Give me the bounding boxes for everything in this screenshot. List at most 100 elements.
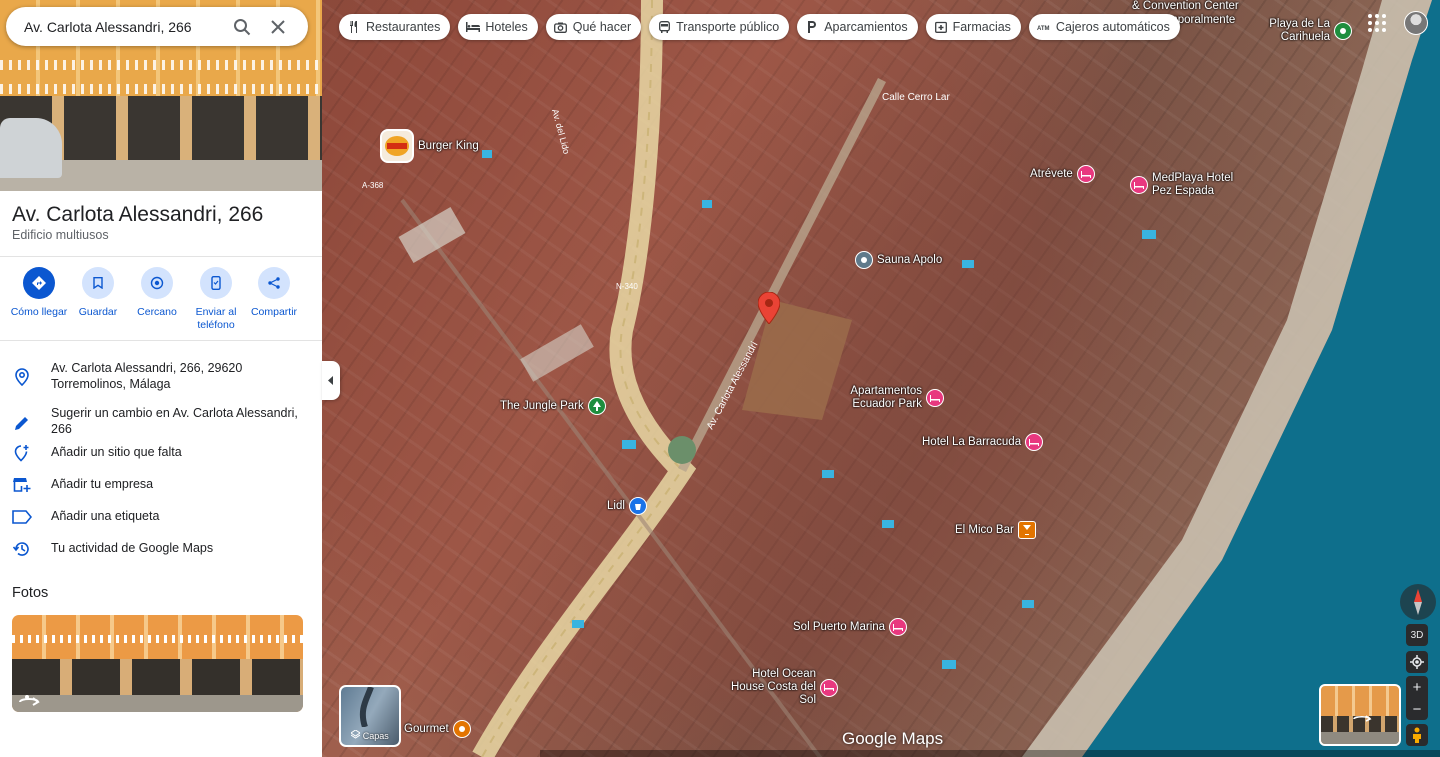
suggest-edit-text: Sugerir un cambio en Av. Carlota Alessan… (51, 406, 298, 436)
poi-playa-de-la-carihuela[interactable]: Playa de La Carihuela (1266, 18, 1352, 44)
pharmacy-icon (934, 20, 948, 34)
save-button[interactable]: Guardar (66, 267, 130, 319)
poi-label: Sol Puerto Marina (793, 620, 886, 633)
zoom-out-button[interactable]: − (1413, 698, 1422, 720)
poi-el-mico-bar[interactable]: El Mico Bar (955, 521, 1036, 539)
divider (0, 256, 322, 257)
chip-label: Aparcamientos (824, 20, 908, 34)
directions-button[interactable]: Cómo llegar (7, 267, 71, 319)
satellite-map[interactable]: Calle Cerro Lar A-368 N-340 Av. Carlota … (322, 0, 1440, 757)
poi-hotel-ocean-house[interactable]: Hotel Ocean House Costa del Sol (718, 668, 838, 707)
chip-label: Qué hacer (572, 20, 632, 34)
pegman-icon[interactable] (1406, 724, 1428, 746)
chip-label: Cajeros automáticos (1055, 20, 1170, 34)
poi-label: & Convention Center (1132, 0, 1239, 12)
google-maps-logo: Google Maps (842, 729, 944, 748)
location-pin-icon (12, 367, 32, 387)
label-icon (12, 507, 32, 527)
map-terrain: Calle Cerro Lar A-368 N-340 Av. Carlota … (362, 0, 1440, 757)
chip-cajeros-automaticos[interactable]: ATM Cajeros automáticos (1028, 14, 1180, 40)
poi-sauna-apolo[interactable]: Sauna Apolo (855, 251, 942, 269)
photo-thumbnail[interactable] (12, 615, 303, 712)
poi-medplaya-hotel-pez-espada[interactable]: MedPlaya Hotel Pez Espada (1130, 172, 1244, 198)
send-to-phone-button[interactable]: Enviar al teléfono (184, 267, 248, 332)
edit-pencil-icon (12, 413, 32, 433)
poi-label: Lidl (607, 499, 625, 512)
hotel-pin-icon (1076, 165, 1095, 183)
street-view-icon (19, 695, 40, 706)
my-location-button[interactable] (1406, 651, 1428, 673)
collapse-panel-button[interactable] (322, 361, 340, 400)
divider (0, 340, 322, 341)
atm-icon: ATM (1037, 20, 1051, 34)
chip-que-hacer[interactable]: Qué hacer (545, 14, 642, 40)
burger-king-logo-icon (380, 129, 414, 163)
poi-lidl[interactable]: Lidl (607, 497, 647, 515)
account-avatar[interactable] (1404, 11, 1428, 35)
poi-convention-center[interactable]: & Convention Center (1128, 0, 1239, 13)
action-label: Compartir (250, 306, 298, 318)
add-missing-place-text: Añadir un sitio que falta (51, 445, 182, 459)
search-input[interactable] (24, 18, 224, 35)
park-pin-icon (587, 397, 606, 415)
poi-hotel-la-barracuda[interactable]: Hotel La Barracuda (922, 433, 1044, 451)
close-icon[interactable] (260, 9, 296, 45)
zoom-controls: + − (1406, 676, 1428, 720)
poi-label: The Jungle Park (500, 399, 584, 412)
poi-label: Apartamentos Ecuador Park (850, 385, 922, 410)
layers-button[interactable]: Capas (339, 685, 401, 747)
photos-heading: Fotos (12, 585, 49, 601)
compass-button[interactable] (1400, 584, 1436, 620)
street-view-icon (1353, 715, 1372, 722)
selected-location-marker[interactable] (757, 291, 781, 329)
poi-label: Sauna Apolo (877, 253, 943, 266)
transit-icon (657, 20, 671, 34)
phone-icon (200, 267, 232, 299)
google-maps-app: Calle Cerro Lar A-368 N-340 Av. Carlota … (0, 0, 1440, 757)
3d-toggle-button[interactable]: 3D (1406, 624, 1428, 646)
layers-label: Capas (341, 729, 399, 741)
maps-activity-row[interactable]: Tu actividad de Google Maps (0, 541, 322, 576)
poi-label: Gourmet (404, 722, 449, 735)
share-button[interactable]: Compartir (242, 267, 306, 319)
camera-icon (554, 20, 568, 34)
poi-the-jungle-park[interactable]: The Jungle Park (500, 397, 606, 415)
address-text: Av. Carlota Alessandri, 266, 29620 Torre… (51, 361, 243, 391)
add-location-icon (12, 443, 32, 463)
map-footer-bar (540, 750, 1440, 757)
poi-sol-puerto-marina[interactable]: Sol Puerto Marina (793, 618, 908, 636)
chip-restaurantes[interactable]: Restaurantes (339, 14, 451, 40)
poi-apartamentos-ecuador-park[interactable]: Apartamentos Ecuador Park (838, 385, 944, 411)
road-label-n340: N-340 (616, 282, 638, 291)
chip-farmacias[interactable]: Farmacias (925, 14, 1021, 40)
apps-grid-icon[interactable] (1368, 14, 1386, 32)
poi-gourmet[interactable]: Gourmet (404, 720, 471, 738)
chip-label: Restaurantes (366, 20, 441, 34)
poi-burger-king[interactable]: Burger King (380, 129, 479, 163)
history-icon (12, 539, 32, 559)
parking-icon (805, 20, 819, 34)
poi-label: Hotel Ocean House Costa del Sol (730, 668, 816, 706)
street-view-thumbnail[interactable] (1319, 684, 1401, 746)
suggest-edit-row[interactable]: Sugerir un cambio en Av. Carlota Alessan… (0, 403, 322, 448)
hotel-pin-icon (1025, 433, 1044, 451)
search-icon[interactable] (224, 9, 260, 45)
poi-label: Hotel La Barracuda (922, 435, 1022, 448)
food-pin-icon (452, 720, 471, 738)
shopping-pin-icon (628, 497, 647, 515)
poi-atrevete[interactable]: Atrévete (1030, 165, 1095, 183)
road-label-calle-cerro-lar: Calle Cerro Lar (882, 92, 950, 103)
chip-label: Farmacias (952, 20, 1011, 34)
info-rows: Av. Carlota Alessandri, 266, 29620 Torre… (0, 357, 322, 576)
chip-aparcamientos[interactable]: Aparcamientos (797, 14, 918, 40)
nearby-button[interactable]: Cercano (125, 267, 189, 319)
hotel-pin-icon (889, 618, 908, 636)
hotel-pin-icon (926, 389, 944, 407)
address-row[interactable]: Av. Carlota Alessandri, 266, 29620 Torre… (0, 357, 322, 403)
page-title: Av. Carlota Alessandri, 266 (12, 203, 264, 226)
poi-label: Playa de La Carihuela (1269, 18, 1330, 43)
chip-hoteles[interactable]: Hoteles (458, 14, 538, 40)
zoom-in-button[interactable]: + (1413, 676, 1422, 698)
chip-transporte-publico[interactable]: Transporte público (649, 14, 790, 40)
restaurant-icon (347, 20, 361, 34)
